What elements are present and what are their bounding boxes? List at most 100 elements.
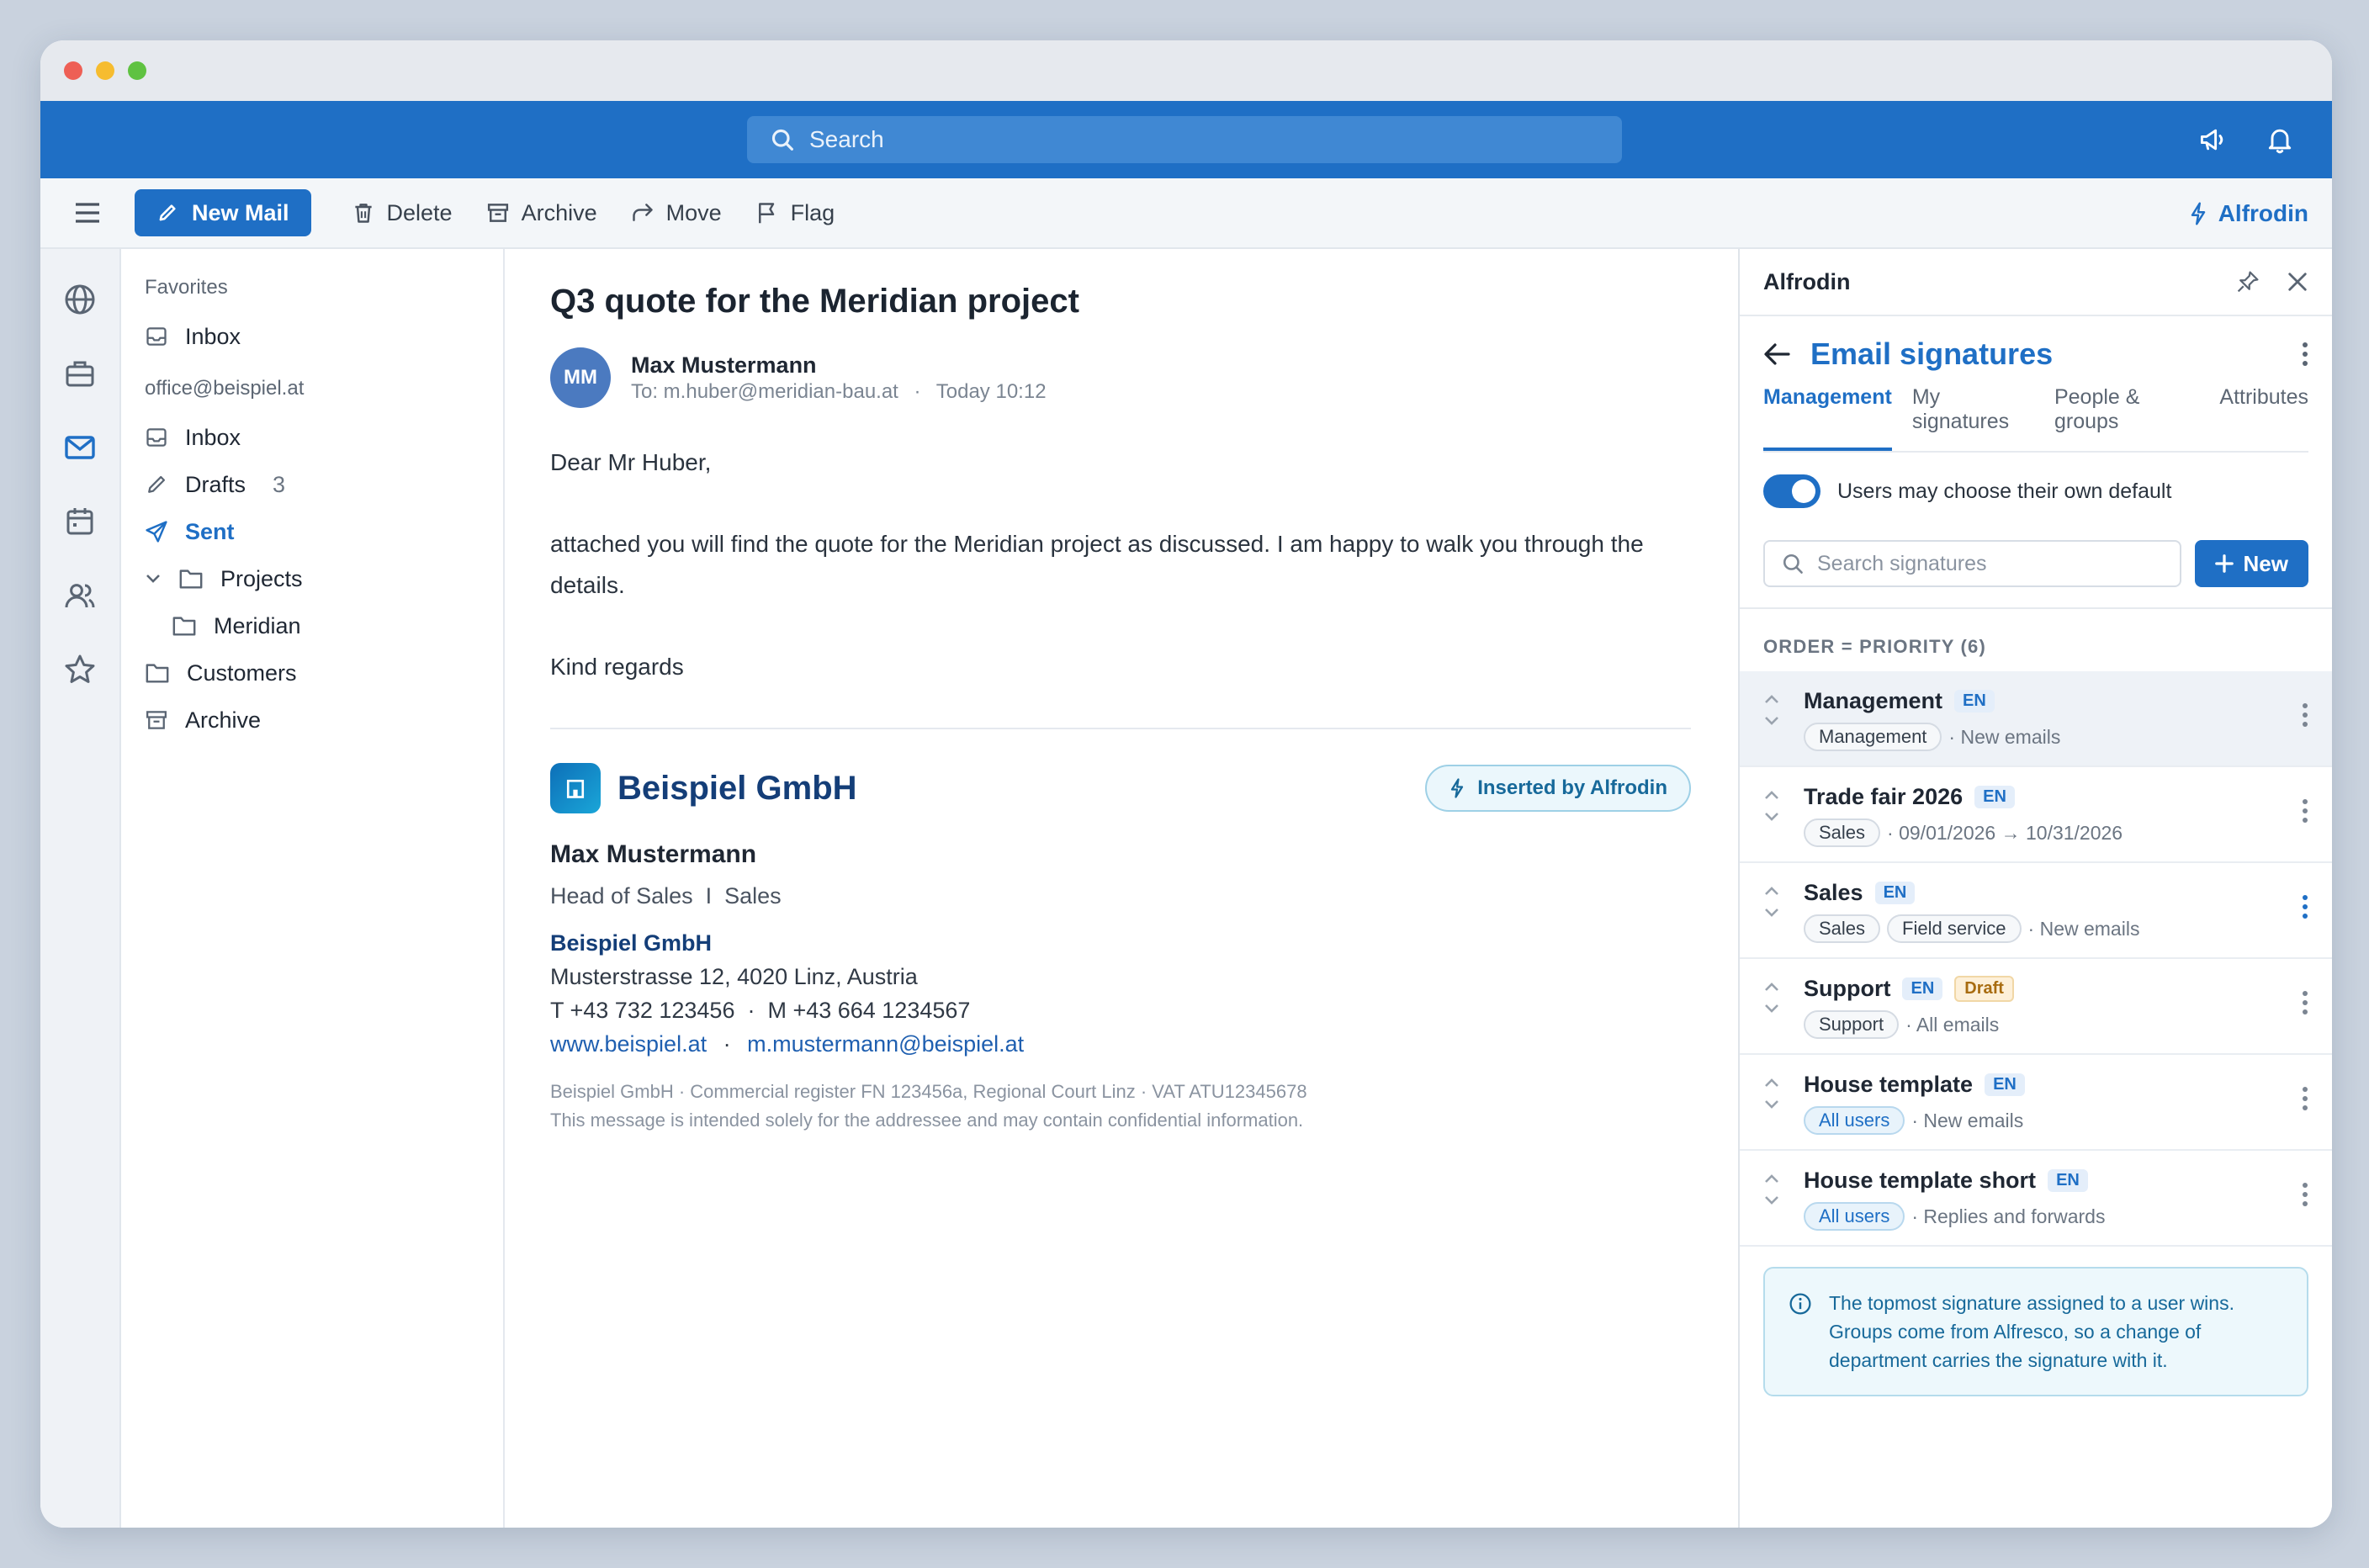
legal-line-1: Beispiel GmbH · Commercial register FN 1…	[550, 1081, 1307, 1102]
signature-row[interactable]: Support EN Draft Support · All emails	[1740, 959, 2332, 1055]
calendar-icon[interactable]	[60, 501, 100, 542]
favorites-inbox[interactable]: Inbox	[145, 313, 503, 360]
scope-text: · All emails	[1905, 1013, 2000, 1036]
people-icon[interactable]	[60, 575, 100, 616]
sender-name[interactable]: Max Mustermann	[631, 352, 1047, 379]
new-mail-label: New Mail	[192, 199, 289, 225]
folder-projects[interactable]: Projects	[145, 555, 503, 602]
more-vertical-icon[interactable]	[2302, 893, 2308, 920]
tab-my-signatures[interactable]: My signatures	[1912, 385, 2034, 451]
more-vertical-icon[interactable]	[2302, 989, 2308, 1016]
signature-row[interactable]: Trade fair 2026 EN Sales · 09/01/2026 → 10/…	[1740, 767, 2332, 863]
sender-header: MM Max Mustermann To: m.huber@meridian-b…	[550, 347, 1691, 408]
inserted-by-alfrodin-badge[interactable]: Inserted by Alfrodin	[1425, 765, 1691, 812]
alfrodin-panel: Alfrodin Email signatures Management My …	[1740, 249, 2332, 1528]
folder-customers[interactable]: Customers	[145, 649, 503, 697]
avatar[interactable]: MM	[550, 347, 611, 408]
tab-attributes[interactable]: Attributes	[2219, 385, 2308, 451]
tab-management[interactable]: Management	[1763, 385, 1892, 451]
group-chip: Support	[1804, 1010, 1900, 1039]
search-placeholder: Search	[809, 126, 884, 152]
folder-meridian[interactable]: Meridian	[145, 602, 503, 649]
more-vertical-icon[interactable]	[2302, 1085, 2308, 1112]
signature-name: Support	[1804, 976, 1891, 1001]
folder-inbox[interactable]: Inbox	[145, 414, 503, 461]
panel-title: Email signatures	[1810, 336, 2054, 371]
search-icon	[1783, 554, 1803, 574]
new-signature-button[interactable]: New	[2194, 540, 2308, 587]
menu-icon[interactable]	[64, 201, 111, 225]
signature-row[interactable]: Sales EN Sales Field service · New emails	[1740, 863, 2332, 959]
delete-button[interactable]: Delete	[352, 200, 453, 226]
signature-row[interactable]: Management EN Management · New emails	[1740, 671, 2332, 767]
minimize-window-dot[interactable]	[96, 61, 114, 80]
star-icon[interactable]	[60, 649, 100, 690]
signature-search-input[interactable]: Search signatures	[1763, 540, 2181, 587]
chevron-down-icon[interactable]	[1763, 1003, 1780, 1014]
drafts-count: 3	[273, 471, 286, 497]
more-vertical-icon[interactable]	[2302, 341, 2308, 368]
language-badge: EN	[1902, 977, 1943, 1000]
trash-icon	[354, 204, 372, 223]
flag-button[interactable]: Flag	[755, 200, 835, 226]
signature-links: www.beispiel.at · m.mustermann@beispiel.…	[550, 1027, 1691, 1061]
chevron-up-icon[interactable]	[1763, 789, 1780, 801]
flag-icon	[758, 203, 774, 224]
global-search[interactable]: Search	[747, 116, 1622, 163]
chevron-up-icon[interactable]	[1763, 885, 1780, 897]
briefcase-icon[interactable]	[60, 353, 100, 394]
close-icon[interactable]	[2287, 271, 2308, 293]
folder-sent[interactable]: Sent	[145, 508, 503, 555]
chevron-down-icon[interactable]	[1763, 907, 1780, 919]
chevron-down-icon[interactable]	[1763, 715, 1780, 727]
flag-label: Flag	[790, 199, 835, 225]
pin-icon[interactable]	[2236, 270, 2260, 294]
move-button[interactable]: Move	[631, 200, 722, 226]
close-window-dot[interactable]	[64, 61, 82, 80]
chevron-down-icon[interactable]	[1763, 1195, 1780, 1206]
own-default-toggle[interactable]	[1763, 474, 1820, 508]
scope-text: · 09/01/2026 → 10/31/2026	[1887, 821, 2123, 844]
more-vertical-icon[interactable]	[2302, 1181, 2308, 1208]
globe-icon[interactable]	[60, 279, 100, 320]
chevron-up-icon[interactable]	[1763, 1173, 1780, 1184]
more-vertical-icon[interactable]	[2302, 797, 2308, 824]
folder-sent-label: Sent	[185, 518, 235, 544]
chevron-up-icon[interactable]	[1763, 981, 1780, 993]
recipient: To: m.huber@meridian-bau.at	[631, 379, 898, 403]
mail-icon[interactable]	[60, 427, 100, 468]
megaphone-icon[interactable]	[2197, 124, 2228, 155]
alfrodin-toolbar-button[interactable]: Alfrodin	[2188, 178, 2308, 249]
folder-archive[interactable]: Archive	[145, 697, 503, 744]
tab-people-groups[interactable]: People & groups	[2054, 385, 2199, 451]
new-mail-button[interactable]: New Mail	[135, 189, 311, 236]
toggle-label: Users may choose their own default	[1837, 479, 2172, 503]
scope-text: · New emails	[2027, 917, 2140, 940]
signature-row[interactable]: House template short EN All users · Replies…	[1740, 1151, 2332, 1247]
chevron-down-icon[interactable]	[1763, 811, 1780, 823]
website-link[interactable]: www.beispiel.at	[550, 1031, 707, 1057]
group-chip: All users	[1804, 1202, 1905, 1231]
chevron-up-icon[interactable]	[1763, 693, 1780, 705]
favorites-inbox-label: Inbox	[185, 323, 241, 349]
back-arrow-icon[interactable]	[1763, 342, 1790, 366]
folder-projects-label: Projects	[220, 565, 303, 591]
maximize-window-dot[interactable]	[128, 61, 146, 80]
archive-button[interactable]: Archive	[486, 200, 597, 226]
legal-line-2: This message is intended solely for the …	[550, 1110, 1304, 1131]
archive-label: Archive	[521, 199, 597, 225]
folder-customers-label: Customers	[187, 660, 297, 686]
signature-address: Musterstrasse 12, 4020 Linz, Austria	[550, 964, 918, 989]
greeting: Dear Mr Huber,	[550, 449, 712, 475]
delete-label: Delete	[386, 199, 453, 225]
signature-name: Trade fair 2026	[1804, 784, 1964, 809]
bell-icon[interactable]	[2265, 124, 2295, 155]
chevron-up-icon[interactable]	[1763, 1077, 1780, 1089]
signature-row[interactable]: House template EN All users · New emails	[1740, 1055, 2332, 1151]
email-link[interactable]: m.mustermann@beispiel.at	[747, 1031, 1024, 1057]
more-vertical-icon[interactable]	[2302, 702, 2308, 728]
chevron-down-icon[interactable]	[145, 570, 162, 587]
search-icon	[771, 129, 793, 151]
folder-drafts[interactable]: Drafts 3	[145, 461, 503, 508]
chevron-down-icon[interactable]	[1763, 1099, 1780, 1110]
